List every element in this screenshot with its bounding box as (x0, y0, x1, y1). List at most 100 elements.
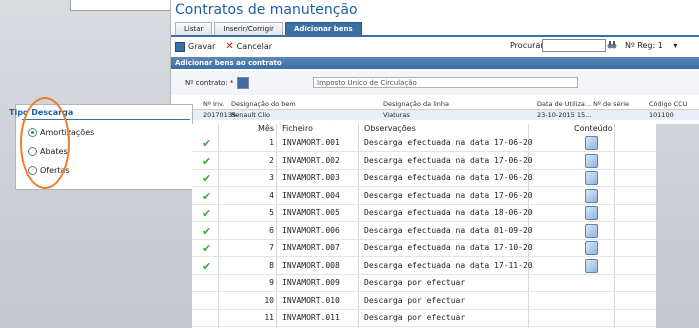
tab-adicionar-bens[interactable]: Adicionar bens (284, 22, 362, 36)
cell-mes: 1 (269, 138, 274, 147)
cell-mes: 2 (269, 155, 274, 165)
contratos-window: Contratos de manutenção Listar Inserir/C… (170, 0, 699, 124)
document-icon[interactable] (585, 206, 598, 220)
cell-mes: 11 (264, 313, 274, 322)
table-row[interactable]: ✔ 7 INVAMORT.007 Descarga efectuada na data… (192, 240, 656, 257)
document-icon[interactable] (585, 171, 598, 185)
cell-data-utilizacao: 23-10-2015 15... (537, 111, 592, 119)
cell-ficheiro: INVAMORT.001 (282, 138, 340, 147)
cell-mes: 9 (269, 278, 274, 287)
cell-ficheiro: INVAMORT.002 (282, 155, 340, 165)
descargas-table: Mês Ficheiro Observações Conteúdo ✔ 1 INVA… (192, 124, 656, 328)
check-icon: ✔ (202, 224, 212, 238)
header-data-utilizacao[interactable]: Data de Utiliza... (537, 100, 591, 108)
save-button[interactable]: Gravar (175, 41, 216, 52)
cancel-icon: ✕ (225, 41, 234, 52)
bens-table-header: Nº Inv. Designação do bem Designação da … (171, 99, 699, 110)
tab-inserir-corrigir[interactable]: Inserir/Corrigir (214, 22, 283, 36)
cell-ficheiro: INVAMORT.007 (282, 243, 340, 252)
dropdown-arrow-icon[interactable]: ▾ (673, 41, 677, 50)
header-ficheiro[interactable]: Ficheiro (282, 124, 313, 133)
cell-observacoes: Descarga efectuada na data 18-06-20 (364, 208, 533, 217)
table-row[interactable]: 10 INVAMORT.010 Descarga por efectuar (192, 293, 656, 310)
check-icon: ✔ (202, 242, 212, 255)
cell-observacoes: Descarga por efectuar (364, 278, 466, 287)
cancel-label: Cancelar (236, 42, 273, 51)
header-n-serie[interactable]: Nº de série (593, 100, 629, 108)
cell-mes: 6 (269, 225, 274, 235)
binoculars-icon[interactable] (607, 40, 617, 50)
cancel-button[interactable]: ✕ Cancelar (225, 41, 272, 52)
header-designacao-linha[interactable]: Designação da linha (383, 100, 449, 108)
contrato-number-field[interactable] (237, 77, 249, 89)
table-row[interactable]: ✔ 3 INVAMORT.003 Descarga efectuada na data… (192, 170, 656, 187)
cell-ficheiro: INVAMORT.009 (282, 278, 340, 287)
table-row[interactable]: 9 INVAMORT.009 Descarga por efectuar (192, 275, 656, 292)
tab-bar: Listar Inserir/Corrigir Adicionar bens (175, 22, 362, 36)
check-icon: ✔ (202, 207, 212, 220)
check-icon: ✔ (202, 137, 212, 150)
cell-ficheiro: INVAMORT.010 (282, 295, 340, 305)
cell-ficheiro: INVAMORT.005 (282, 208, 340, 217)
cell-observacoes: Descarga efectuada na data 17-06-20 (364, 138, 533, 147)
document-icon[interactable] (585, 153, 598, 168)
header-codigo-ccu[interactable]: Código CCU (649, 100, 687, 108)
document-icon[interactable] (585, 223, 598, 238)
table-row[interactable]: ✔ 8 INVAMORT.008 Descarga efectuada na data… (192, 258, 656, 275)
cell-observacoes: Descarga por efectuar (364, 313, 466, 322)
highlight-ellipse (20, 97, 70, 189)
header-designacao-bem[interactable]: Designação do bem (231, 100, 296, 108)
cell-observacoes: Descarga por efectuar (364, 295, 466, 305)
cell-mes: 5 (269, 208, 274, 217)
cell-ficheiro: INVAMORT.003 (282, 173, 340, 182)
save-label: Gravar (188, 42, 216, 51)
cell-observacoes: Descarga efectuada na data 17-11-20 (364, 260, 533, 270)
check-icon: ✔ (202, 154, 212, 168)
window-title: Contratos de manutenção (175, 2, 358, 18)
table-row[interactable]: ✔ 5 INVAMORT.005 Descarga efectuada na data… (192, 205, 656, 222)
cell-codigo-ccu: 101100 (649, 111, 674, 119)
cell-observacoes: Descarga efectuada na data 17-06-20 (364, 173, 533, 182)
header-observacoes[interactable]: Observações (364, 124, 416, 133)
cell-designacao-linha: Viaturas (383, 111, 410, 119)
search-label: Procurar: (510, 41, 547, 50)
check-icon: ✔ (202, 189, 212, 203)
cell-mes: 4 (269, 190, 274, 200)
document-icon[interactable] (585, 136, 598, 150)
table-row[interactable]: ✔ 6 INVAMORT.006 Descarga efectuada na data… (192, 223, 656, 240)
table-row[interactable]: 11 INVAMORT.011 Descarga por efectuar (192, 310, 656, 327)
check-icon: ✔ (202, 172, 212, 185)
header-mes[interactable]: Mês (258, 124, 274, 133)
tab-listar[interactable]: Listar (175, 22, 213, 36)
cell-ficheiro: INVAMORT.004 (282, 190, 340, 200)
contrato-description: Imposto Unico de Circulação (313, 77, 578, 88)
cell-observacoes: Descarga efectuada na data 17-10-20 (364, 243, 533, 252)
cell-mes: 7 (269, 243, 274, 252)
document-icon[interactable] (585, 258, 598, 273)
contrato-label: Nº contrato: * (185, 79, 234, 87)
save-icon (175, 41, 185, 52)
toolbar: Gravar ✕ Cancelar (175, 41, 272, 52)
cell-ficheiro: INVAMORT.011 (282, 313, 340, 322)
table-row[interactable]: ✔ 2 INVAMORT.002 Descarga efectuada na data… (192, 153, 656, 170)
cell-ficheiro: INVAMORT.008 (282, 260, 340, 270)
section-header: Adicionar bens ao contrato (171, 57, 699, 69)
cell-mes: 3 (269, 173, 274, 182)
tab-underline (171, 35, 699, 37)
cell-mes: 8 (269, 260, 274, 270)
record-number-label: Nº Reg: 1 (625, 41, 663, 50)
document-icon[interactable] (585, 241, 598, 255)
cell-observacoes: Descarga efectuada na data 01-09-20 (364, 225, 533, 235)
cell-observacoes: Descarga efectuada na data 17-06-20 (364, 155, 533, 165)
document-icon[interactable] (585, 188, 598, 203)
check-icon: ✔ (202, 259, 212, 273)
search-input[interactable] (542, 39, 606, 52)
table-row[interactable]: ✔ 1 INVAMORT.001 Descarga efectuada na data… (192, 135, 656, 152)
header-n-inv[interactable]: Nº Inv. (203, 100, 224, 108)
record-number[interactable]: Nº Reg: 1 ▾ (625, 41, 677, 50)
cell-ficheiro: INVAMORT.006 (282, 225, 340, 235)
table-row[interactable]: ✔ 4 INVAMORT.004 Descarga efectuada na data… (192, 188, 656, 205)
cell-mes: 10 (264, 295, 274, 305)
header-conteudo[interactable]: Conteúdo (574, 124, 613, 133)
cell-observacoes: Descarga efectuada na data 17-06-20 (364, 190, 533, 200)
